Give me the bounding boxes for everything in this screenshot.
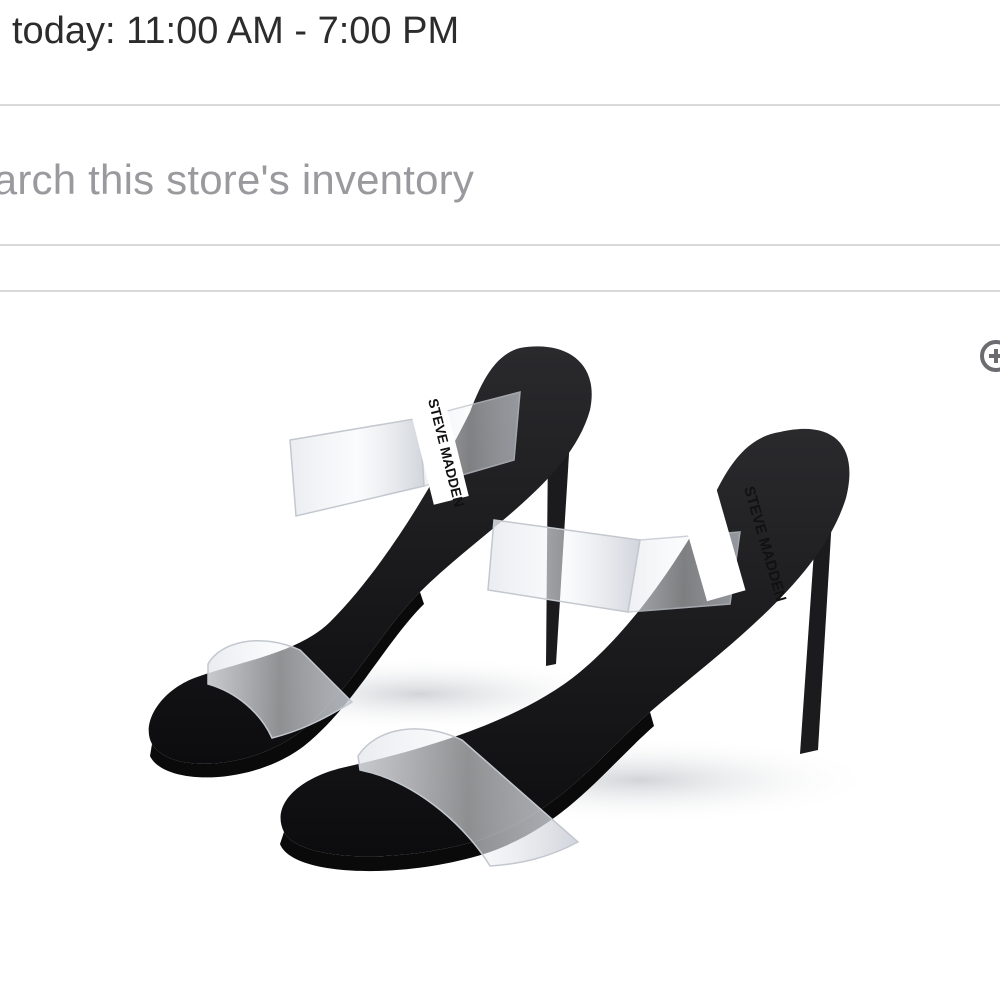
zoom-in-icon[interactable] (978, 338, 1000, 378)
inventory-search-input[interactable]: Search this store's inventory (0, 106, 1000, 244)
store-hours-row: today: 11:00 AM - 7:00 PM (0, 0, 1000, 104)
empty-row (0, 246, 1000, 290)
store-inventory-screen: today: 11:00 AM - 7:00 PM Search this st… (0, 0, 1000, 1000)
product-image[interactable]: STEVE MADDEN STEVE MADDEN (0, 292, 1000, 1000)
search-placeholder-text: Search this store's inventory (0, 156, 475, 203)
store-hours-text: today: 11:00 AM - 7:00 PM (12, 10, 460, 52)
